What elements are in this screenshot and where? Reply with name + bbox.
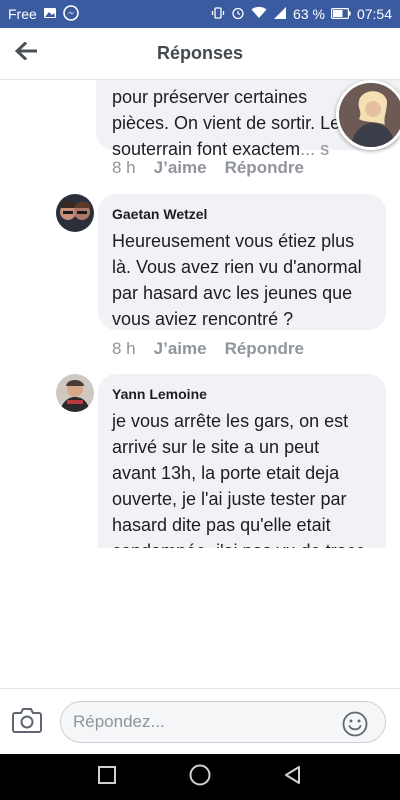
arrow-left-icon bbox=[14, 41, 38, 65]
comment-text-line: pour préserver certaines bbox=[112, 87, 308, 107]
comment-text-line: Heureusement vous étiez plus bbox=[112, 231, 355, 251]
home-circle-icon bbox=[189, 764, 211, 791]
comment-actions: 8 h J’aime Répondre bbox=[112, 158, 304, 178]
system-nav-bar bbox=[0, 754, 400, 800]
avatar[interactable] bbox=[56, 374, 94, 412]
reply-button[interactable]: Répondre bbox=[225, 339, 304, 359]
messenger-icon bbox=[62, 4, 79, 24]
avatar[interactable] bbox=[56, 194, 94, 232]
camera-button[interactable] bbox=[12, 707, 46, 737]
like-button[interactable]: J’aime bbox=[154, 158, 207, 178]
comment-text-line: condamnée, j'ai pas vu de trace bbox=[112, 538, 384, 548]
floating-profile-avatar[interactable] bbox=[336, 80, 400, 150]
smiley-icon bbox=[342, 711, 368, 741]
comment-text-line: pièces. On vient de sortir. Le bbox=[112, 113, 341, 133]
comment-bubble[interactable]: Gaetan Wetzel Heureusement vous étiez pl… bbox=[98, 194, 386, 330]
comment-thread[interactable]: pour préserver certaines pièces. On vien… bbox=[0, 80, 400, 548]
comment-actions: 8 h J’aime Répondre bbox=[112, 339, 304, 359]
back-button[interactable] bbox=[0, 28, 52, 80]
reply-button[interactable]: Répondre bbox=[225, 158, 304, 178]
reply-input[interactable] bbox=[60, 701, 386, 743]
see-more-link[interactable]: ... s bbox=[300, 139, 329, 159]
battery-icon bbox=[330, 6, 351, 22]
home-button[interactable] bbox=[180, 757, 220, 797]
status-right: 63 % 07:54 bbox=[211, 6, 392, 23]
comment-text: Heureusement vous étiez plus là. Vous av… bbox=[112, 228, 382, 332]
comment-text-line: vous aviez rencontré ? bbox=[112, 309, 294, 329]
comment-time: 8 h bbox=[112, 158, 136, 177]
page-title: Réponses bbox=[156, 43, 244, 63]
back-triangle-icon bbox=[283, 765, 303, 790]
status-left: Free bbox=[8, 4, 79, 24]
comment-text-line: ouverte, je l'ai juste tester par bbox=[112, 489, 347, 509]
app-header: Réponses bbox=[0, 28, 400, 80]
comment-author[interactable]: Gaetan Wetzel bbox=[112, 206, 207, 222]
comment-time: 8 h bbox=[112, 339, 136, 358]
battery-percent: 63 % bbox=[293, 6, 325, 22]
comment-text-line: hasard dite pas qu'elle etait bbox=[112, 515, 331, 535]
comment-text-line: par hasard avc les jeunes que bbox=[112, 283, 353, 303]
clock: 07:54 bbox=[356, 6, 392, 22]
recents-button[interactable] bbox=[87, 757, 127, 797]
comment-text: je vous arrête les gars, on est arrivé s… bbox=[112, 408, 384, 548]
signal-icon bbox=[273, 6, 287, 22]
comment-text-line: avant 13h, la porte etait deja bbox=[112, 463, 340, 483]
alarm-icon bbox=[231, 6, 245, 23]
camera-icon bbox=[12, 708, 42, 737]
comment-text-line: là. Vous avez rien vu d'anormal bbox=[112, 257, 362, 277]
comment-text-line: arrivé sur le site a un peut bbox=[112, 437, 320, 457]
comment-text: pour préserver certaines pièces. On vien… bbox=[112, 84, 352, 162]
image-notification-icon bbox=[43, 6, 57, 23]
like-button[interactable]: J’aime bbox=[154, 339, 207, 359]
reply-composer bbox=[0, 688, 400, 754]
comment-author[interactable]: Yann Lemoine bbox=[112, 386, 207, 402]
comment-bubble[interactable]: Yann Lemoine je vous arrête les gars, on… bbox=[98, 374, 386, 548]
comment-text-line: je vous arrête les gars, on est bbox=[112, 411, 349, 431]
wifi-icon bbox=[251, 6, 267, 22]
vibrate-icon bbox=[211, 6, 225, 23]
carrier-label: Free bbox=[8, 6, 37, 22]
back-nav-button[interactable] bbox=[273, 757, 313, 797]
emoji-button[interactable] bbox=[342, 711, 368, 737]
status-bar: Free 63 % 07:54 bbox=[0, 0, 400, 28]
recents-square-icon bbox=[97, 765, 116, 789]
